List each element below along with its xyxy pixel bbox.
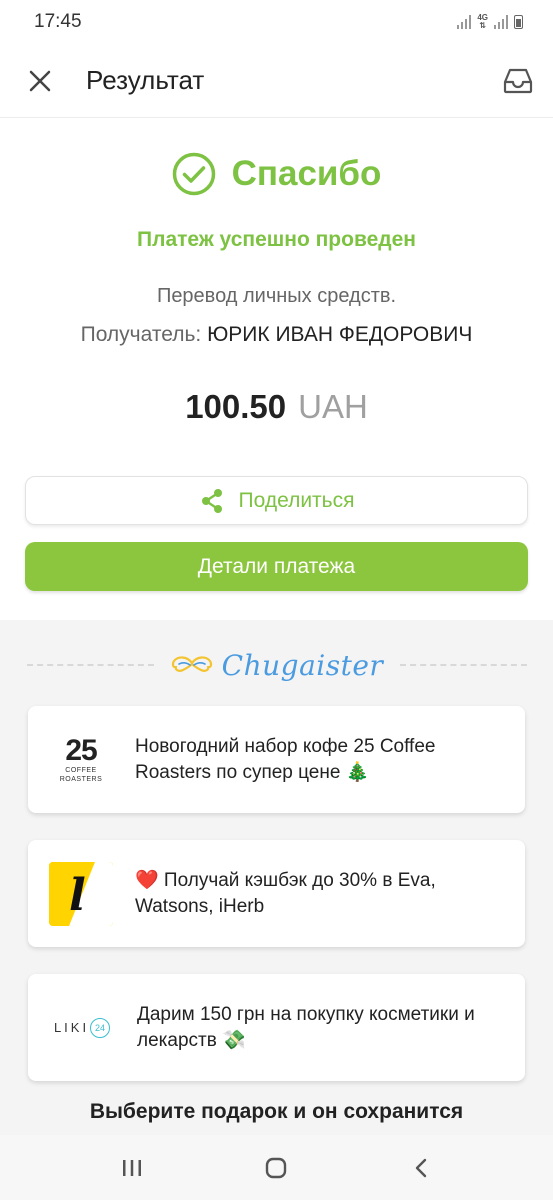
brand-name: Chugaister [221,648,384,682]
inbox-icon [503,68,533,93]
thanks-title: Спасибо [231,154,382,193]
data-arrows-icon: ⇅ [479,21,487,30]
offer-text: Дарим 150 грн на покупку косметики и лек… [137,1003,475,1051]
battery-icon [514,15,523,29]
offer-card[interactable]: 25 COFFEE ROASTERS Новогодний набор кофе… [28,706,525,813]
offer-text: ❤️ Получай кэшбэк до 30% в Eva, Watsons,… [135,869,436,917]
network-indicator: 4G ⇅ [477,14,488,30]
close-icon [29,70,51,91]
payment-details-button[interactable]: Детали платежа [25,542,528,591]
brand-row: Chugaister [0,642,553,688]
recipient: Получатель: ЮРИК ИВАН ФЕДОРОВИЧ [0,323,553,347]
status-icons: 4G ⇅ [457,14,523,30]
recipient-label: Получатель: [80,323,202,346]
check-circle-icon [172,152,215,196]
status-time: 17:45 [34,11,82,32]
payment-details-label: Детали платежа [197,554,356,578]
status-bar: 17:45 4G ⇅ [0,0,553,44]
liki-logo-text: LIKI [53,1020,90,1035]
result-section: Спасибо Платеж успешно проведен Перевод … [0,118,553,618]
offer-card[interactable]: l ❤️ Получай кэшбэк до 30% в Eva, Watson… [28,840,525,947]
amount-currency: UAH [298,388,368,425]
inbox-button[interactable] [483,44,553,118]
gift-heading: Выберите подарок и он сохранится [89,1100,464,1123]
recent-apps-icon [123,1159,142,1176]
coffee-logo-sub: COFFEE ROASTERS [59,766,103,783]
recent-apps-button[interactable] [102,1138,162,1198]
coffee-logo-number: 25 [65,733,97,767]
amount-value: 100.50 [185,388,287,425]
back-icon [415,1158,427,1177]
amount: 100.50 UAH [0,388,553,426]
cashback-logo-letter: l [69,869,86,921]
mustache-icon [171,656,212,672]
cashback-app-logo: l [49,861,113,926]
coffee-roasters-logo: 25 COFFEE ROASTERS [49,727,113,792]
liki24-logo: LIKI 24 [49,996,115,1060]
offer-card[interactable]: LIKI 24 Дарим 150 грн на покупку космети… [28,974,525,1081]
transfer-description: Перевод личных средств. [156,285,397,307]
brand-logo: Chugaister [155,648,398,682]
page-title: Результат [86,65,205,95]
thanks-header: Спасибо [0,152,553,196]
offer-text: Новогодний набор кофе 25 Coffee Roasters… [135,735,436,783]
share-icon [201,488,222,513]
share-button[interactable]: Поделиться [25,476,528,525]
success-message: Платеж успешно проведен [137,228,416,251]
home-button[interactable] [246,1138,306,1198]
app-bar: Результат [0,44,553,118]
signal-icon [457,15,472,29]
share-label: Поделиться [238,488,355,512]
system-nav-bar [0,1135,553,1200]
promo-section: Chugaister 25 COFFEE ROASTERS Новогодний… [0,620,553,1135]
close-button[interactable] [0,44,80,118]
signal-icon-2 [494,15,508,29]
back-button[interactable] [391,1138,451,1198]
liki-logo-badge: 24 [90,1017,111,1038]
recipient-name: ЮРИК ИВАН ФЕДОРОВИЧ [201,323,473,346]
home-icon [266,1157,287,1178]
